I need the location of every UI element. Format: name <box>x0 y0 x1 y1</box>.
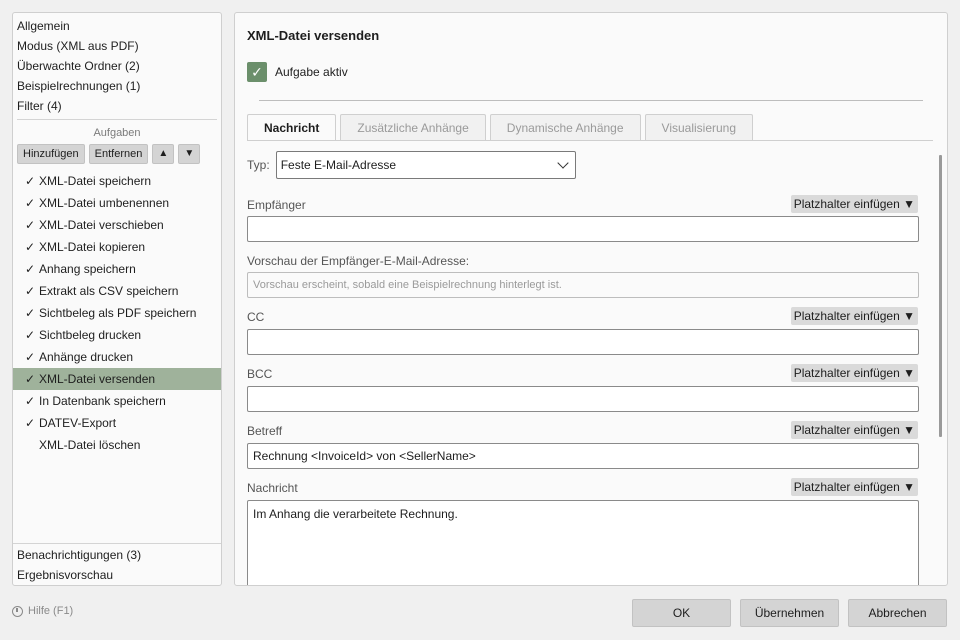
sidebar-item-sample-invoices[interactable]: Beispielrechnungen (1) <box>13 76 221 96</box>
apply-button[interactable]: Übernehmen <box>740 599 839 627</box>
sidebar-item-notifications[interactable]: Benachrichtigungen (3) <box>13 545 221 565</box>
check-icon: ✓ <box>25 328 36 342</box>
task-label: XML-Datei löschen <box>39 438 141 452</box>
check-icon: ✓ <box>25 174 36 188</box>
subject-input[interactable]: Rechnung <InvoiceId> von <SellerName> <box>247 443 919 469</box>
task-label: In Datenbank speichern <box>39 394 166 408</box>
task-item[interactable]: XML-Datei löschen <box>13 434 221 456</box>
tasks-section-title: Aufgaben <box>93 127 141 139</box>
cc-label: CC <box>247 310 265 324</box>
task-label: Sichtbeleg als PDF speichern <box>39 306 197 320</box>
task-item[interactable]: ✓ Sichtbeleg drucken <box>13 324 221 346</box>
message-tab-content: Typ: Feste E-Mail-Adresse Empfänger Plat… <box>247 140 942 585</box>
move-down-button[interactable]: ▼ <box>178 144 201 164</box>
task-label: Anhänge drucken <box>39 350 134 364</box>
check-icon: ✓ <box>25 196 36 210</box>
cc-input[interactable] <box>247 329 919 355</box>
help-link[interactable]: Hilfe (F1) <box>12 605 73 617</box>
task-item-selected[interactable]: ✓ XML-Datei versenden <box>13 368 221 390</box>
page-title: XML-Datei versenden <box>247 28 380 43</box>
task-list: ✓ XML-Datei speichern ✓ XML-Datei umbenenn… <box>13 170 221 456</box>
check-icon: ✓ <box>25 394 36 408</box>
move-up-button[interactable]: ▲ <box>152 144 175 164</box>
tab-message[interactable]: Nachricht <box>247 114 337 140</box>
message-label: Nachricht <box>247 481 298 495</box>
task-item[interactable]: ✓ Anhang speichern <box>13 258 221 280</box>
recipient-input[interactable] <box>247 216 919 242</box>
recipient-placeholder-button[interactable]: Platzhalter einfügen ▼ <box>790 195 918 213</box>
vertical-scrollbar[interactable] <box>939 155 942 437</box>
task-active-label: Aufgabe aktiv <box>275 65 348 79</box>
cc-placeholder-button[interactable]: Platzhalter einfügen ▼ <box>790 307 918 325</box>
task-active-row[interactable]: ✓ Aufgabe aktiv <box>247 62 348 82</box>
check-icon: ✓ <box>25 218 36 232</box>
subject-placeholder-button[interactable]: Platzhalter einfügen ▼ <box>790 421 918 439</box>
task-item[interactable]: ✓ Extrakt als CSV speichern <box>13 280 221 302</box>
bcc-placeholder-button[interactable]: Platzhalter einfügen ▼ <box>790 364 918 382</box>
message-placeholder-button[interactable]: Platzhalter einfügen ▼ <box>790 478 918 496</box>
tab-dynamic-attachments[interactable]: Dynamische Anhänge <box>489 114 641 140</box>
sidebar-top-nav: Allgemein Modus (XML aus PDF) Überwachte… <box>13 13 221 116</box>
type-selected-value: Feste E-Mail-Adresse <box>280 158 397 172</box>
info-icon <box>12 605 23 617</box>
task-item[interactable]: ✓ XML-Datei umbenennen <box>13 192 221 214</box>
task-label: XML-Datei umbenennen <box>39 196 170 210</box>
task-item[interactable]: ✓ In Datenbank speichern <box>13 390 221 412</box>
tasks-toolbar: Hinzufügen Entfernen ▲ ▼ <box>13 140 221 164</box>
task-item[interactable]: ✓ XML-Datei kopieren <box>13 236 221 258</box>
bcc-label: BCC <box>247 367 273 381</box>
add-task-button[interactable]: Hinzufügen <box>17 144 85 164</box>
task-item[interactable]: ✓ XML-Datei speichern <box>13 170 221 192</box>
check-icon: ✓ <box>25 350 36 364</box>
chevron-down-icon <box>557 157 569 169</box>
subject-label: Betreff <box>247 424 283 438</box>
remove-task-button[interactable]: Entfernen <box>88 144 149 164</box>
check-icon: ✓ <box>25 306 36 320</box>
task-item[interactable]: ✓ Anhänge drucken <box>13 346 221 368</box>
task-label: XML-Datei versenden <box>39 372 156 386</box>
task-item[interactable]: ✓ XML-Datei verschieben <box>13 214 221 236</box>
help-label: Hilfe (F1) <box>28 605 74 617</box>
task-item[interactable]: ✓ Sichtbeleg als PDF speichern <box>13 302 221 324</box>
task-item[interactable]: ✓ DATEV-Export <box>13 412 221 434</box>
ok-button[interactable]: OK <box>632 599 731 627</box>
settings-sidebar: Allgemein Modus (XML aus PDF) Überwachte… <box>12 12 222 586</box>
task-label: DATEV-Export <box>39 416 117 430</box>
message-textarea[interactable]: Im Anhang die verarbeitete Rechnung. <box>247 500 919 585</box>
bcc-input[interactable] <box>247 386 919 412</box>
task-label: XML-Datei kopieren <box>39 240 146 254</box>
check-icon: ✓ <box>25 416 36 430</box>
tab-bar: Nachricht Zusätzliche Anhänge Dynamische… <box>247 114 754 140</box>
task-label: XML-Datei speichern <box>39 174 152 188</box>
task-label: Extrakt als CSV speichern <box>39 284 179 298</box>
check-icon: ✓ <box>25 262 36 276</box>
sidebar-item-filter[interactable]: Filter (4) <box>13 96 221 116</box>
task-label: Sichtbeleg drucken <box>39 328 142 342</box>
task-active-checkbox[interactable]: ✓ <box>247 62 267 82</box>
task-label: Anhang speichern <box>39 262 136 276</box>
type-label: Typ: <box>247 158 270 172</box>
tab-visualization[interactable]: Visualisierung <box>644 114 754 140</box>
cancel-button[interactable]: Abbrechen <box>848 599 947 627</box>
recipient-preview-label: Vorschau der Empfänger-E-Mail-Adresse: <box>247 254 470 268</box>
sidebar-bottom-nav: Benachrichtigungen (3) Ergebnisvorschau <box>13 543 221 585</box>
recipient-label: Empfänger <box>247 198 306 212</box>
type-dropdown[interactable]: Feste E-Mail-Adresse <box>275 151 576 179</box>
check-icon: ✓ <box>25 240 36 254</box>
task-detail-panel: XML-Datei versenden ✓ Aufgabe aktiv Nach… <box>234 12 948 586</box>
check-icon: ✓ <box>25 284 36 298</box>
type-row: Typ: Feste E-Mail-Adresse <box>247 151 576 179</box>
sidebar-item-allgemein[interactable]: Allgemein <box>13 16 221 36</box>
tab-additional-attachments[interactable]: Zusätzliche Anhänge <box>340 114 486 140</box>
check-icon: ✓ <box>251 63 263 80</box>
sidebar-item-result-preview[interactable]: Ergebnisvorschau <box>13 565 221 585</box>
sidebar-divider <box>17 119 217 120</box>
task-label: XML-Datei verschieben <box>39 218 164 232</box>
recipient-preview-field: Vorschau erscheint, sobald eine Beispiel… <box>247 272 919 298</box>
check-icon: ✓ <box>25 372 36 386</box>
section-divider <box>259 100 923 101</box>
sidebar-item-watched-folders[interactable]: Überwachte Ordner (2) <box>13 56 221 76</box>
sidebar-item-modus[interactable]: Modus (XML aus PDF) <box>13 36 221 56</box>
